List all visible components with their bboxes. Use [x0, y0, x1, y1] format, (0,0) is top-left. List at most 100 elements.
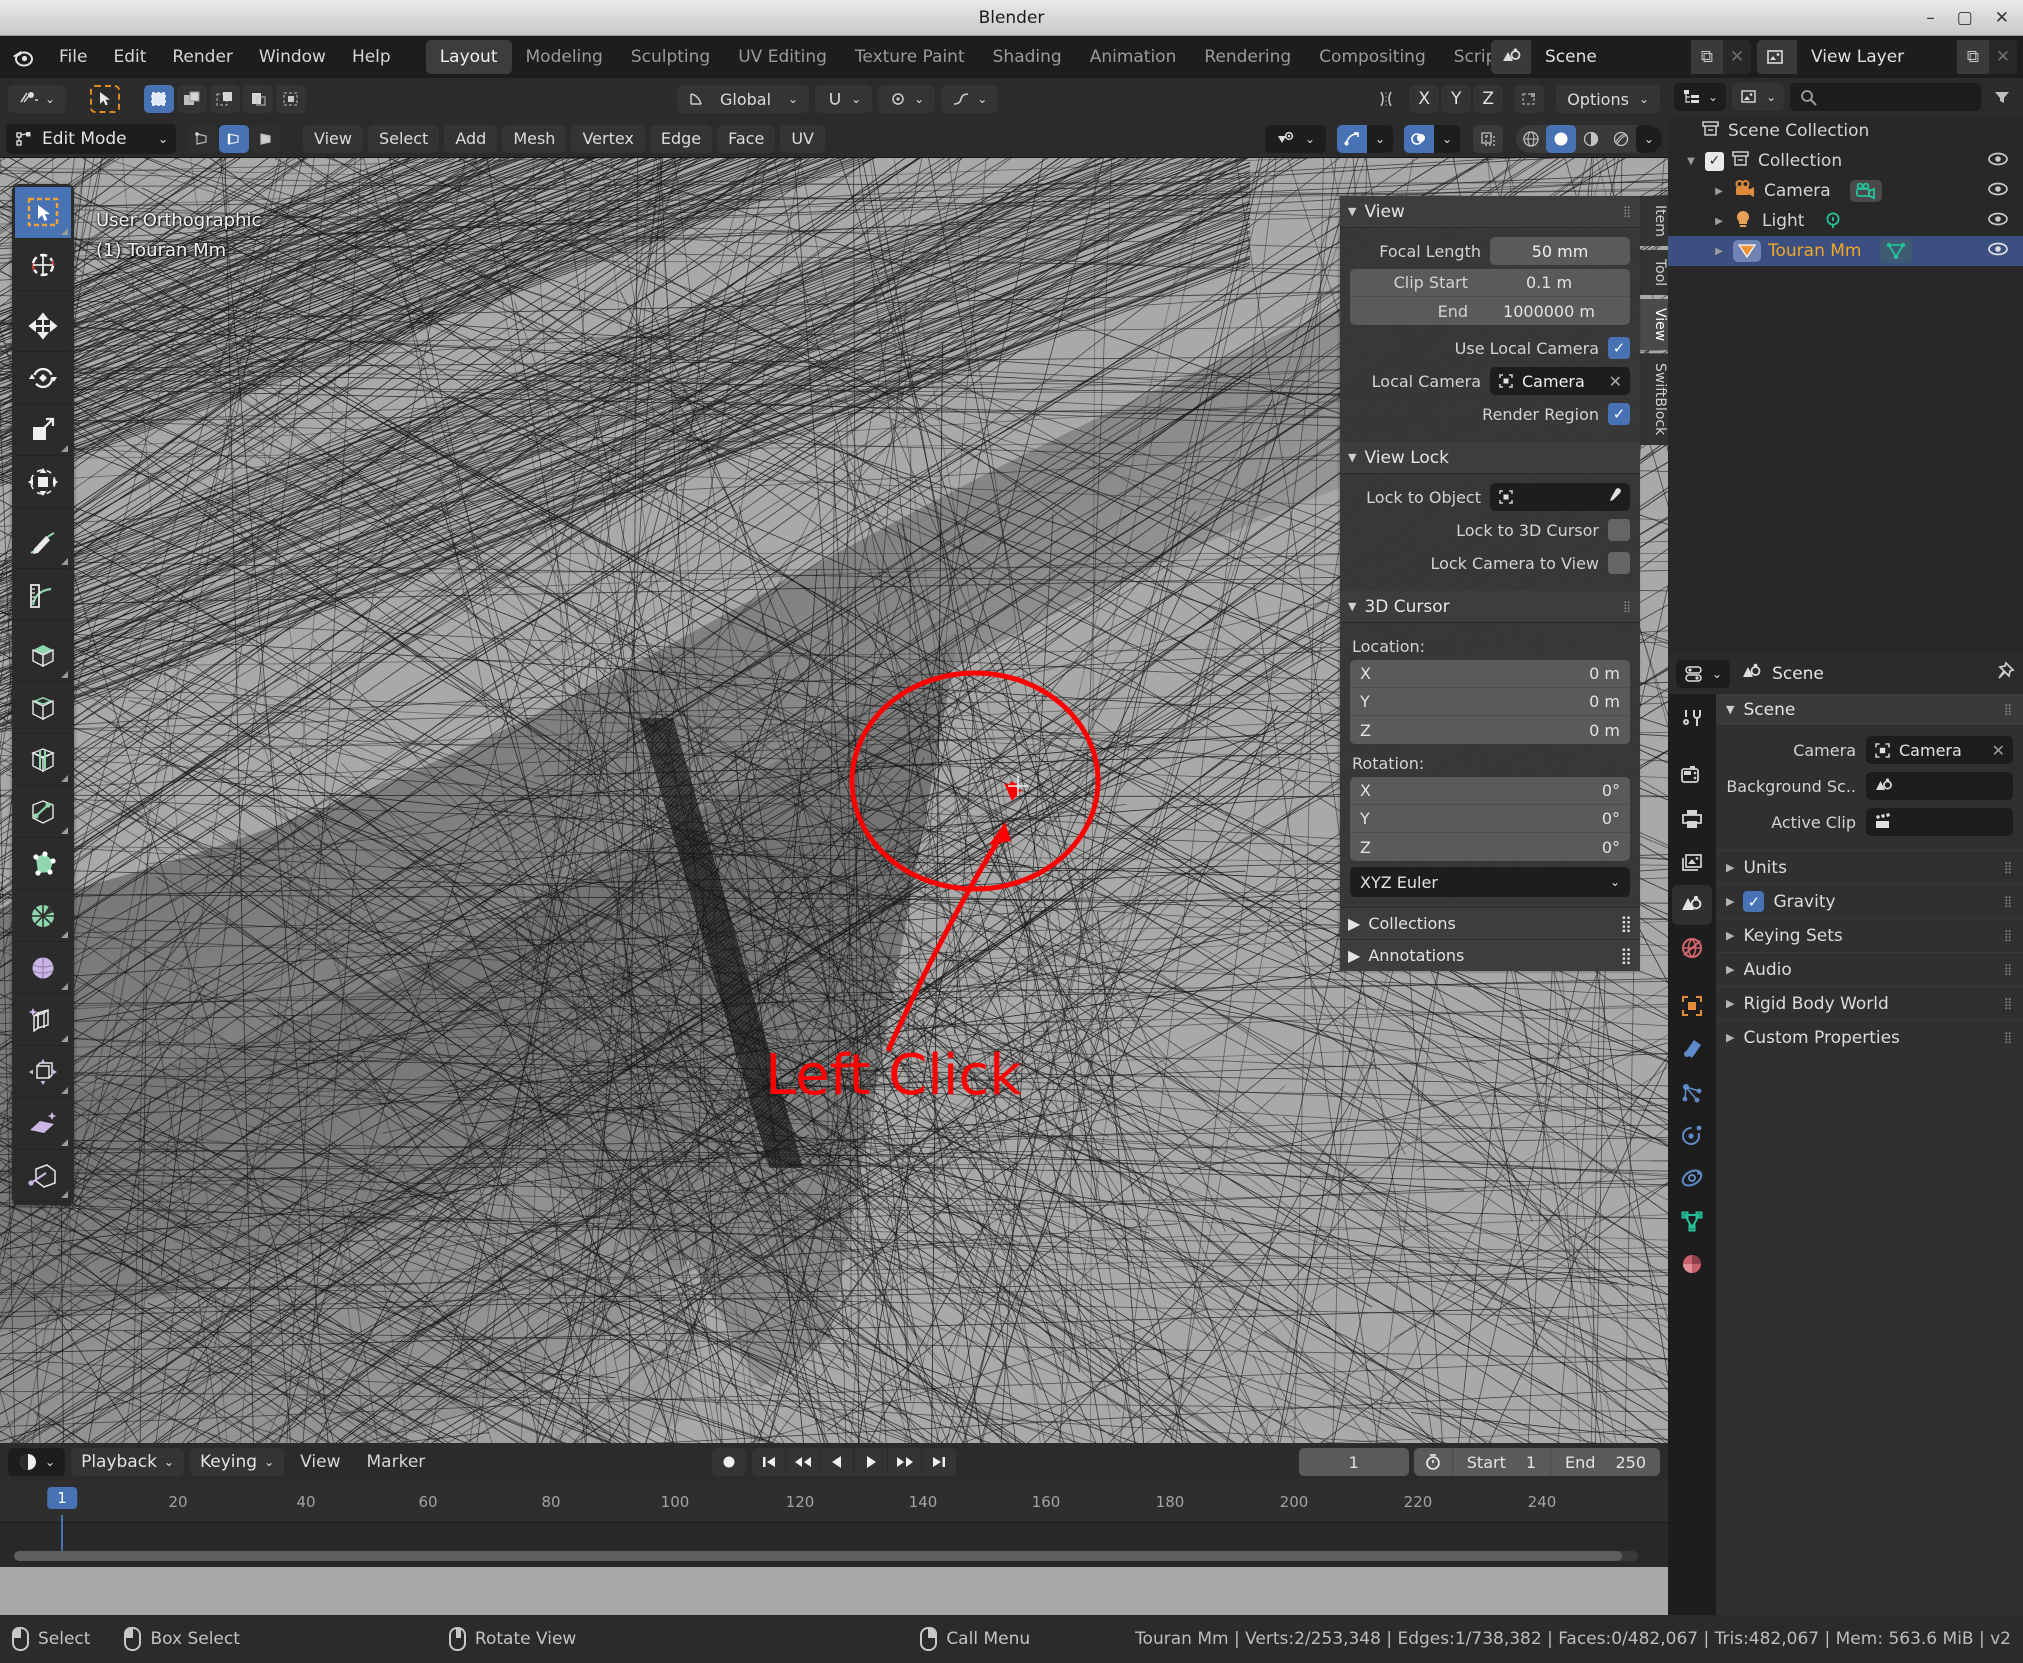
overlays-toggle-button[interactable] [1404, 124, 1434, 153]
tab-render[interactable] [1672, 756, 1712, 796]
tab-particles[interactable] [1672, 1072, 1712, 1112]
tab-view-layer[interactable] [1672, 842, 1712, 882]
tab-scene[interactable] [1672, 885, 1712, 925]
visibility-dropdown[interactable]: ⌄ [1264, 124, 1326, 153]
use-local-camera-checkbox[interactable]: ✓ [1608, 337, 1630, 359]
tool-cursor[interactable] [15, 239, 71, 291]
3d-viewport[interactable]: User Orthographic (1) Touran Mm Item Too… [0, 158, 1668, 1615]
outliner-row-touran-mm[interactable]: ▶ Touran Mm [1668, 236, 2023, 266]
tool-rotate[interactable] [15, 352, 71, 404]
outliner-editor-type-button[interactable]: ⌄ [1674, 83, 1727, 111]
rotation-mode-dropdown[interactable]: XYZ Euler ⌄ [1350, 867, 1630, 897]
xray-toggle-button[interactable] [1473, 124, 1503, 153]
viewport-menu-select[interactable]: Select [367, 124, 440, 153]
view-panel-header[interactable]: ▼ View ⣿ [1340, 196, 1640, 228]
new-viewlayer-button[interactable]: ⧉ [1957, 40, 1989, 74]
tool-edge-slide[interactable] [15, 1046, 71, 1098]
outliner-filter-button[interactable] [1987, 83, 2017, 111]
new-scene-button[interactable]: ⧉ [1691, 40, 1723, 74]
collections-panel-header[interactable]: ▶ Collections ⣿ [1340, 907, 1640, 939]
menu-render[interactable]: Render [159, 43, 246, 71]
sidetab-swiftblock[interactable]: SwiftBlock [1640, 354, 1668, 445]
unlink-scene-button[interactable]: ✕ [1723, 40, 1751, 74]
hide-in-viewport-icon[interactable] [1987, 181, 2009, 202]
menu-help[interactable]: Help [339, 43, 404, 71]
active-clip-field[interactable] [1866, 808, 2013, 836]
select-intersect-button[interactable] [276, 85, 307, 113]
timeline-scrollbar[interactable] [14, 1551, 1638, 1561]
maximize-button[interactable]: ▢ [1957, 8, 1973, 28]
tool-bevel[interactable] [15, 734, 71, 786]
viewport-menu-add[interactable]: Add [444, 124, 498, 153]
viewport-menu-uv[interactable]: UV [780, 124, 825, 153]
workspace-tab-animation[interactable]: Animation [1076, 40, 1191, 74]
workspace-tab-sculpting[interactable]: Sculpting [617, 40, 724, 74]
clear-scene-camera-icon[interactable]: ✕ [1992, 741, 2005, 760]
pin-icon[interactable] [1993, 660, 2015, 688]
shading-wireframe-button[interactable] [1516, 125, 1546, 153]
menu-file[interactable]: File [46, 43, 100, 71]
sidetab-tool[interactable]: Tool [1640, 249, 1668, 296]
section-keying-sets[interactable]: ▶ Keying Sets ⣿ [1716, 918, 2023, 952]
local-camera-field[interactable]: Camera ✕ [1490, 367, 1630, 395]
start-frame-field[interactable]: Start 1 [1453, 1448, 1552, 1476]
play-reverse-button[interactable] [820, 1448, 854, 1476]
gravity-checkbox[interactable]: ✓ [1743, 891, 1765, 912]
tool-extrude-region[interactable] [15, 630, 71, 682]
outliner-row-camera[interactable]: ▶ Camera [1668, 176, 2023, 206]
options-dropdown[interactable]: Options ⌄ [1556, 85, 1660, 113]
timeline-ruler[interactable]: 1 20 40 60 80 100 120 140 160 180 200 22… [0, 1481, 1668, 1559]
workspace-tab-layout[interactable]: Layout [425, 40, 512, 74]
current-frame-field[interactable]: 1 [1298, 1448, 1409, 1476]
keying-dropdown[interactable]: Keying ⌄ [189, 1448, 285, 1476]
shading-solid-button[interactable] [1546, 124, 1576, 153]
scene-name[interactable]: Scene [1531, 40, 1691, 74]
lock-to-3d-cursor-checkbox[interactable] [1608, 519, 1630, 541]
tweak-tool-button[interactable] [90, 85, 121, 113]
timeline-menu-view[interactable]: View [290, 1448, 350, 1476]
scene-camera-field[interactable]: Camera ✕ [1866, 736, 2013, 764]
collection-enable-checkbox[interactable]: ✓ [1705, 151, 1724, 171]
viewport-menu-mesh[interactable]: Mesh [502, 124, 567, 153]
menu-edit[interactable]: Edit [100, 43, 159, 71]
tab-modifiers[interactable] [1672, 1029, 1712, 1069]
lock-to-object-field[interactable] [1490, 483, 1630, 511]
outliner-row-light[interactable]: ▶ Light [1668, 206, 2023, 236]
auto-keying-button[interactable] [712, 1448, 746, 1476]
tab-constraints[interactable] [1672, 1158, 1712, 1198]
cursor-location-z-row[interactable]: Z 0 m [1350, 716, 1630, 744]
workspace-tab-rendering[interactable]: Rendering [1190, 40, 1305, 74]
tool-rip-region[interactable] [15, 1150, 71, 1202]
tab-tool[interactable] [1672, 698, 1712, 738]
tab-object[interactable] [1672, 986, 1712, 1026]
jump-to-prev-keyframe-button[interactable] [786, 1448, 820, 1476]
shading-dropdown[interactable]: ⌄ [1636, 124, 1662, 153]
editor-type-dropdown[interactable]: ⌄ [8, 1448, 66, 1476]
select-set-button[interactable] [144, 85, 175, 113]
tool-inset-faces[interactable] [15, 682, 71, 734]
hide-in-viewport-icon[interactable] [1987, 211, 2009, 232]
snap-toggle-button[interactable]: ⌄ [815, 85, 873, 113]
menu-window[interactable]: Window [246, 43, 339, 71]
chevron-down-icon[interactable]: ▼ [1684, 156, 1698, 167]
play-button[interactable] [854, 1448, 888, 1476]
jump-to-start-button[interactable] [752, 1448, 786, 1476]
tool-annotate[interactable] [15, 517, 71, 569]
vertex-select-mode-button[interactable] [187, 124, 217, 153]
sidetab-item[interactable]: Item [1640, 196, 1668, 246]
jump-to-next-keyframe-button[interactable] [888, 1448, 922, 1476]
workspace-tab-uv-editing[interactable]: UV Editing [724, 40, 841, 74]
tab-physics[interactable] [1672, 1115, 1712, 1155]
overlays-dropdown[interactable]: ⌄ [1434, 124, 1460, 153]
section-units[interactable]: ▶ Units ⣿ [1716, 850, 2023, 884]
shading-rendered-button[interactable] [1606, 125, 1636, 153]
tool-smooth[interactable] [15, 942, 71, 994]
focal-length-field[interactable]: 50 mm [1490, 237, 1630, 265]
workspace-tab-modeling[interactable]: Modeling [512, 40, 617, 74]
background-scene-field[interactable] [1866, 772, 2013, 800]
tool-shrink-fatten[interactable] [15, 994, 71, 1046]
end-frame-field[interactable]: End 250 [1551, 1448, 1660, 1476]
viewport-menu-face[interactable]: Face [717, 124, 776, 153]
tool-spin[interactable] [15, 890, 71, 942]
select-extend-button[interactable] [177, 85, 208, 113]
